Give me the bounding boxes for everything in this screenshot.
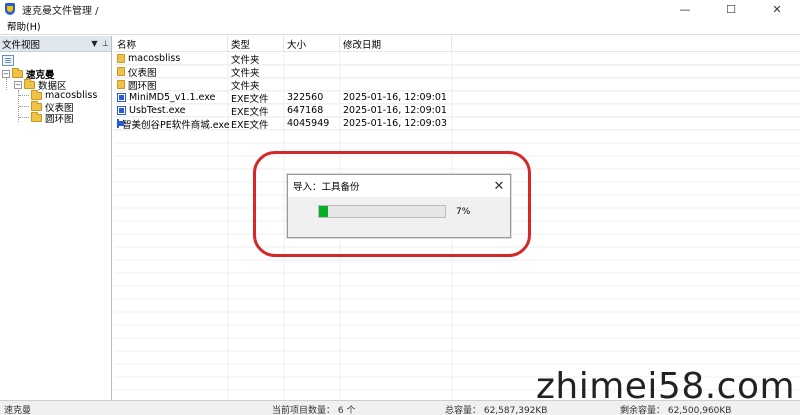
file-name: 智美创谷PE软件商城.exe [122, 119, 230, 131]
file-type: 文件夹 [231, 80, 260, 92]
file-date [340, 65, 452, 78]
file-date: 2025-01-16, 12:09:01 [343, 92, 447, 103]
file-size: 4045949 [287, 118, 330, 129]
list-view-icon[interactable] [2, 54, 14, 66]
folder-icon [117, 67, 125, 76]
folder-icon [31, 89, 42, 100]
file-type: 文件夹 [231, 54, 260, 66]
watermark: zhimei58.com [536, 366, 796, 407]
table-row[interactable]: 圆环图 文件夹 [114, 78, 800, 91]
file-date: 2025-01-16, 12:09:01 [343, 105, 447, 116]
file-type: EXE文件 [231, 106, 269, 118]
file-date [340, 52, 452, 65]
file-type: EXE文件 [231, 119, 269, 131]
close-window-button[interactable]: ✕ [754, 0, 800, 18]
table-row[interactable]: 仪表图 文件夹 [114, 65, 800, 78]
file-view-title: 文件视图 [2, 39, 41, 51]
folder-icon [24, 78, 35, 89]
folder-icon [117, 80, 125, 89]
file-date: 2025-01-16, 12:09:03 [343, 118, 447, 129]
menu-help[interactable]: 帮助(H) [0, 19, 48, 33]
exe-file-icon [117, 119, 124, 128]
file-view-toolbar [0, 52, 111, 68]
column-header-size[interactable]: 大小 [284, 36, 340, 52]
collapse-icon[interactable]: − [14, 80, 22, 89]
tree-node-donut[interactable]: 圆环图 [31, 111, 74, 125]
file-name: macosbliss [128, 53, 181, 64]
file-name: UsbTest.exe [129, 105, 186, 116]
tree-node-data-area[interactable]: − 数据区 [14, 78, 67, 92]
title-bar: 速克曼文件管理 / — ☐ ✕ [0, 0, 800, 18]
dropdown-icon[interactable]: ▼ [89, 39, 100, 48]
window-title: 速克曼文件管理 / [22, 5, 99, 17]
collapse-icon[interactable]: − [2, 69, 10, 78]
highlight-annotation [253, 151, 531, 257]
status-total-capacity: 总容量： 62,587,392KB [445, 406, 548, 415]
status-item-count: 当前项目数量： 6 个 [272, 406, 356, 415]
file-name: 仪表图 [128, 67, 157, 79]
file-size [284, 78, 340, 91]
exe-file-icon [117, 106, 126, 115]
folder-icon [31, 100, 42, 111]
minimize-button[interactable]: — [662, 0, 708, 18]
file-name: MiniMD5_v1.1.exe [129, 92, 216, 103]
table-row[interactable]: 智美创谷PE软件商城.exe EXE文件 4045949 2025-01-16,… [114, 117, 800, 131]
status-app-name: 速克曼 [4, 406, 32, 415]
file-size: 322560 [287, 92, 324, 103]
folder-icon [31, 111, 42, 122]
table-row[interactable]: UsbTest.exe EXE文件 647168 2025-01-16, 12:… [114, 104, 800, 117]
file-size [284, 52, 340, 65]
maximize-button[interactable]: ☐ [708, 0, 754, 18]
list-header: 名称 类型 大小 修改日期 [114, 36, 800, 52]
file-view-header: 文件视图 ▼ ⊥ [0, 36, 111, 52]
file-size: 647168 [287, 105, 324, 116]
file-size [284, 65, 340, 78]
app-shield-icon [4, 3, 16, 15]
table-row[interactable]: macosbliss 文件夹 [114, 52, 800, 65]
file-name: 圆环图 [128, 80, 157, 92]
column-header-name[interactable]: 名称 [114, 36, 228, 52]
tree-node-label: 圆环图 [45, 113, 74, 125]
menu-bar: 帮助(H) [0, 18, 800, 35]
table-row[interactable]: MiniMD5_v1.1.exe EXE文件 322560 2025-01-16… [114, 91, 800, 104]
file-type: EXE文件 [231, 93, 269, 105]
folder-icon [12, 67, 23, 78]
column-header-type[interactable]: 类型 [228, 36, 284, 52]
exe-file-icon [117, 93, 126, 102]
column-header-date[interactable]: 修改日期 [340, 36, 452, 52]
file-type: 文件夹 [231, 67, 260, 79]
file-date [340, 78, 452, 91]
file-view-pane: 文件视图 ▼ ⊥ − 速克曼 − 数据区 macosbliss 仪表图 圆环图 [0, 36, 112, 400]
pin-icon[interactable]: ⊥ [100, 39, 111, 48]
window-controls: — ☐ ✕ [662, 0, 800, 18]
folder-icon [117, 54, 125, 63]
